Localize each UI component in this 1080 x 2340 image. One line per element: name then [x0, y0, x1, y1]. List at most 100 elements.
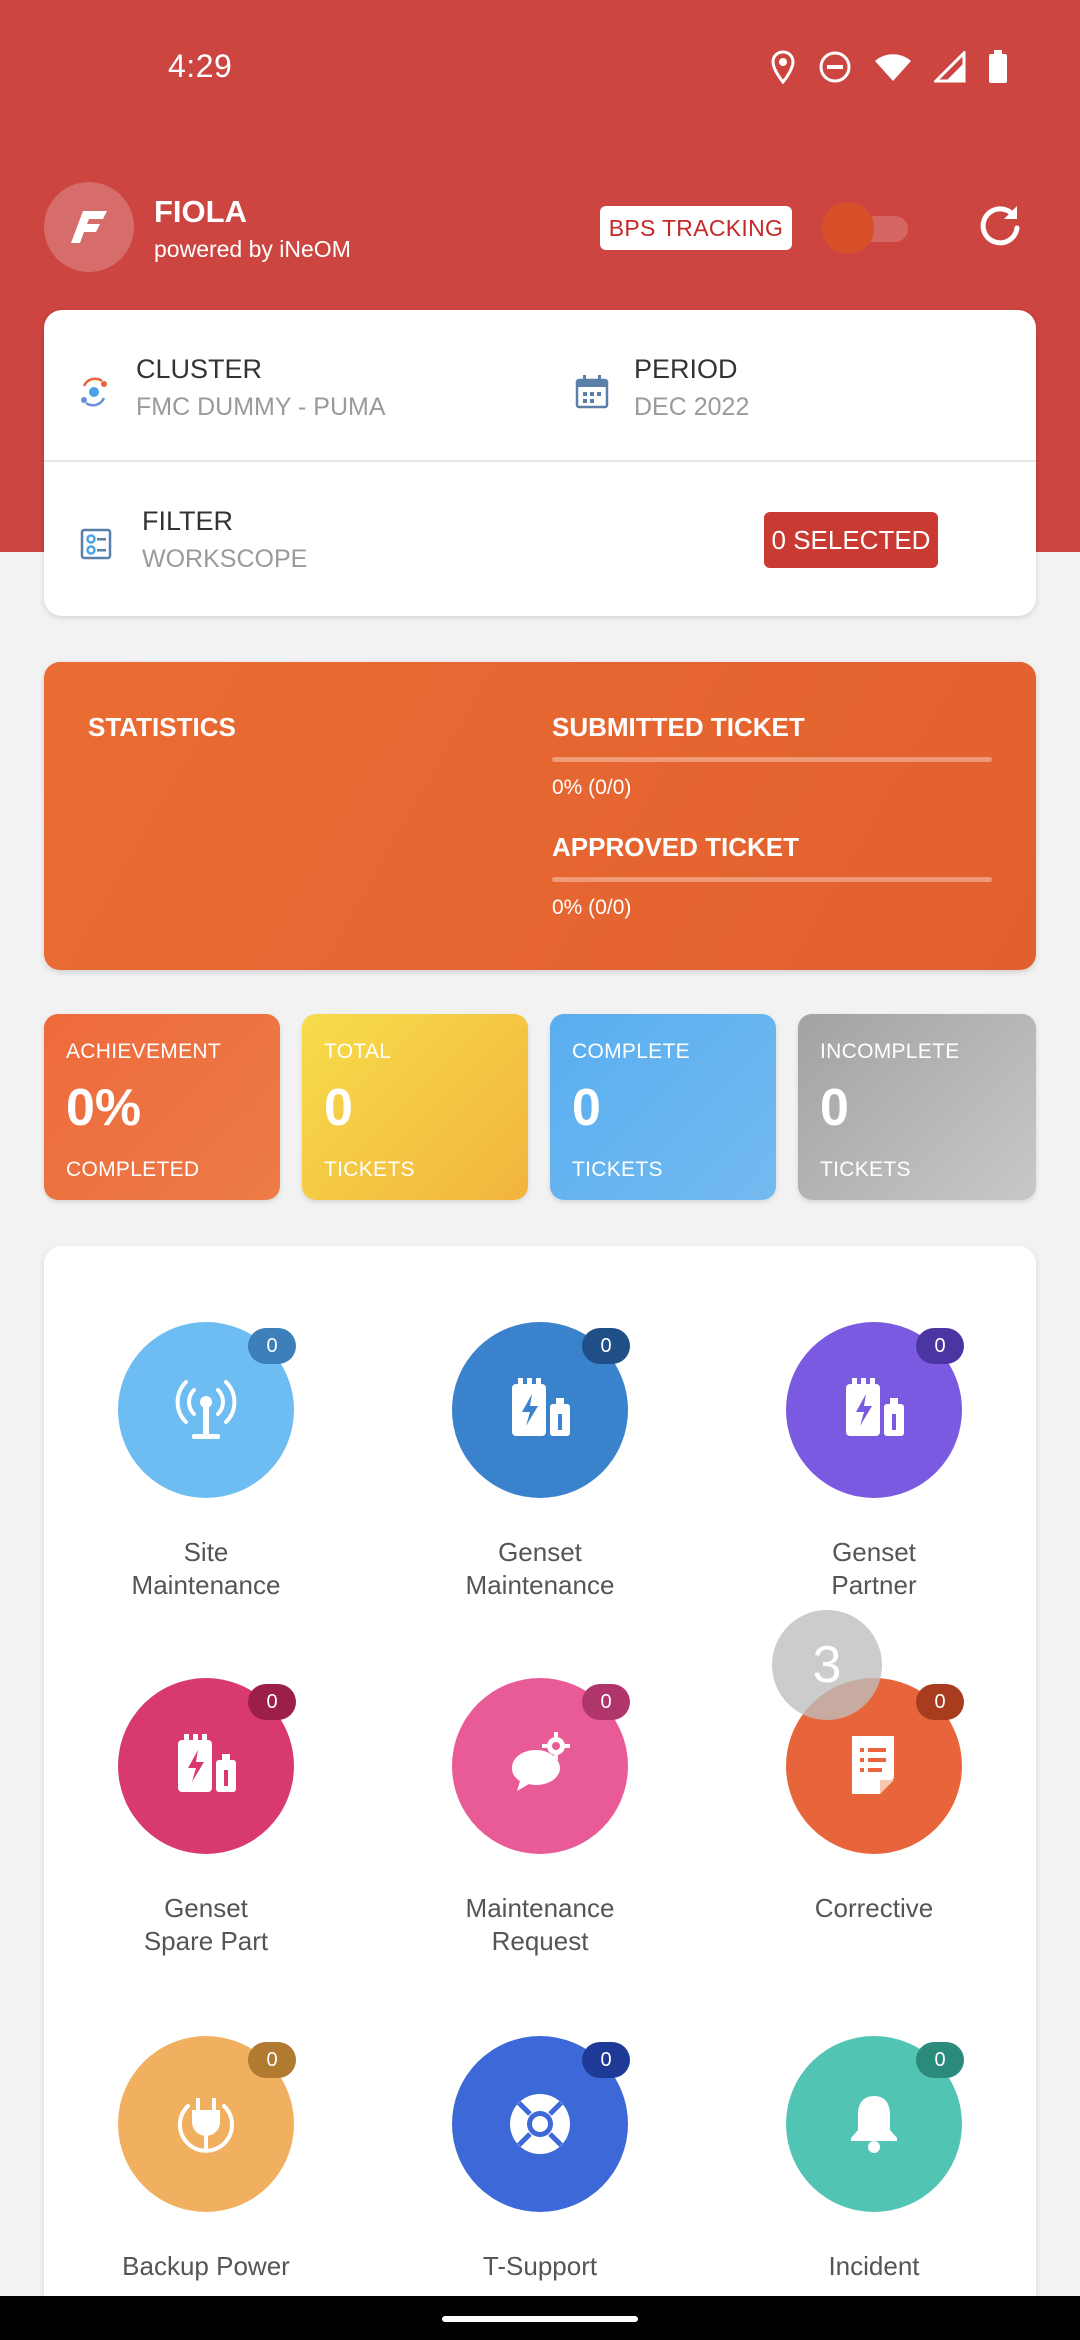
incident-circle: 0	[786, 2036, 964, 2212]
menu-genset-maintenance[interactable]: 0 Genset Maintenance	[390, 1322, 690, 1602]
genset-maintenance-label: Genset Maintenance	[465, 1537, 615, 1600]
brand-subtitle: powered by iNeOM	[154, 236, 351, 262]
status-icons	[770, 50, 1008, 84]
cluster-selector[interactable]: CLUSTER FMC DUMMY - PUMA	[74, 354, 386, 422]
signal-icon	[934, 51, 966, 83]
brand-logo	[44, 182, 134, 272]
bell-icon	[851, 2096, 897, 2153]
statistics-card: STATISTICS SUBMITTED TICKET 0% (0/0) APP…	[44, 662, 1036, 970]
location-icon	[770, 50, 796, 84]
menu-maintenance-request[interactable]: 0 Maintenance Request	[390, 1678, 690, 1958]
menu-genset-partner[interactable]: 0 Genset Partner	[724, 1322, 1024, 1602]
menu-t-support[interactable]: 0 T-Support	[390, 2036, 690, 2283]
lifebuoy-icon	[510, 2094, 570, 2154]
status-bar: 4:29	[0, 0, 1080, 140]
genset-partner-label: Genset Partner	[831, 1537, 917, 1600]
filter-title: FILTER	[142, 506, 234, 536]
refresh-button[interactable]	[974, 200, 1026, 252]
menu-genset-spare-part[interactable]: 0 Genset Spare Part	[56, 1678, 356, 1958]
t-support-circle: 0	[452, 2036, 630, 2212]
approved-ticket-value: 0% (0/0)	[552, 896, 632, 919]
approved-ticket-stat: APPROVED TICKET 0% (0/0)	[552, 832, 992, 920]
refresh-icon	[980, 206, 1020, 246]
approved-progress-bar	[552, 877, 992, 882]
chat-gear-icon	[512, 1732, 570, 1791]
t-support-badge: 0	[582, 2042, 630, 2078]
plug-icon	[178, 2098, 234, 2153]
submitted-ticket-value: 0% (0/0)	[552, 776, 632, 799]
genset-partner-badge: 0	[916, 1328, 964, 1364]
complete-tickets-tile[interactable]: COMPLETE 0 TICKETS	[550, 1014, 776, 1200]
total-value: 0	[324, 1079, 353, 1137]
antenna-icon	[175, 1380, 237, 1439]
do-not-disturb-icon	[818, 50, 852, 84]
t-support-label: T-Support	[482, 2251, 598, 2281]
menu-backup-power[interactable]: 0 Backup Power	[56, 2036, 356, 2283]
bps-tracking-toggle[interactable]	[822, 202, 912, 254]
generator-icon	[846, 1378, 904, 1436]
submitted-ticket-label: SUBMITTED TICKET	[552, 712, 805, 742]
generator-icon	[512, 1378, 570, 1436]
achievement-label: ACHIEVEMENT	[66, 1040, 221, 1063]
period-value: DEC 2022	[634, 393, 750, 421]
statistics-title: STATISTICS	[88, 712, 236, 742]
cluster-info-card: CLUSTER FMC DUMMY - PUMA PERIOD DEC 2022…	[44, 310, 1036, 616]
site-maintenance-badge: 0	[248, 1328, 296, 1364]
calendar-icon	[572, 372, 612, 412]
maintenance-request-circle: 0	[452, 1678, 630, 1854]
corrective-badge: 0	[916, 1684, 964, 1720]
document-list-icon	[852, 1736, 894, 1794]
incident-badge: 0	[916, 2042, 964, 2078]
filter-icon	[76, 524, 116, 564]
incomplete-sublabel: TICKETS	[820, 1158, 911, 1181]
achievement-tile[interactable]: ACHIEVEMENT 0% COMPLETED	[44, 1014, 280, 1200]
total-tickets-tile[interactable]: TOTAL 0 TICKETS	[302, 1014, 528, 1200]
achievement-value: 0%	[66, 1079, 142, 1137]
corrective-label: Corrective	[814, 1893, 934, 1923]
battery-icon	[988, 50, 1008, 84]
cluster-value: FMC DUMMY - PUMA	[136, 393, 386, 421]
complete-value: 0	[572, 1079, 601, 1137]
cluster-period-row: CLUSTER FMC DUMMY - PUMA PERIOD DEC 2022	[44, 310, 1036, 462]
backup-power-label: Backup Power	[122, 2251, 290, 2281]
generator-icon	[178, 1734, 236, 1792]
toggle-thumb	[822, 202, 874, 254]
complete-sublabel: TICKETS	[572, 1158, 663, 1181]
total-sublabel: TICKETS	[324, 1158, 415, 1181]
submitted-progress-bar	[552, 757, 992, 762]
home-gesture-handle[interactable]	[442, 2316, 638, 2322]
achievement-sublabel: COMPLETED	[66, 1158, 200, 1181]
filter-selector[interactable]: FILTER WORKSCOPE	[76, 506, 307, 574]
genset-spare-part-circle: 0	[118, 1678, 296, 1854]
genset-spare-part-badge: 0	[248, 1684, 296, 1720]
incomplete-tickets-tile[interactable]: INCOMPLETE 0 TICKETS	[798, 1014, 1036, 1200]
incident-label: Incident	[828, 2251, 920, 2281]
period-selector[interactable]: PERIOD DEC 2022	[572, 354, 749, 422]
maintenance-request-label: Maintenance Request	[465, 1893, 615, 1956]
genset-maintenance-badge: 0	[582, 1328, 630, 1364]
genset-maintenance-circle: 0	[452, 1322, 630, 1498]
cluster-icon	[74, 372, 114, 412]
total-label: TOTAL	[324, 1040, 392, 1063]
wifi-icon	[874, 51, 912, 83]
fiola-logo-icon	[71, 211, 107, 243]
submitted-ticket-stat: SUBMITTED TICKET 0% (0/0)	[552, 712, 992, 800]
backup-power-circle: 0	[118, 2036, 296, 2212]
selected-count-button[interactable]: 0 SELECTED	[764, 512, 938, 568]
bps-tracking-button[interactable]: BPS TRACKING	[600, 206, 792, 250]
backup-power-badge: 0	[248, 2042, 296, 2078]
incomplete-value: 0	[820, 1079, 849, 1137]
menu-site-maintenance[interactable]: 0 Site Maintenance	[56, 1322, 356, 1602]
site-maintenance-label: Site Maintenance	[131, 1537, 281, 1600]
cluster-title: CLUSTER	[136, 354, 263, 384]
genset-partner-circle: 0	[786, 1322, 964, 1498]
approved-ticket-label: APPROVED TICKET	[552, 832, 800, 862]
complete-label: COMPLETE	[572, 1040, 690, 1063]
menu-incident[interactable]: 0 Incident	[724, 2036, 1024, 2283]
genset-spare-part-label: Genset Spare Part	[143, 1893, 269, 1956]
incomplete-label: INCOMPLETE	[820, 1040, 960, 1063]
touch-indicator: 3	[772, 1610, 882, 1720]
menu-corrective[interactable]: 0 Corrective	[724, 1678, 1024, 1925]
menu-card: 0 SiteMaintenance 0 GensetMaintenance	[44, 1246, 1036, 2340]
status-time: 4:29	[168, 48, 233, 84]
